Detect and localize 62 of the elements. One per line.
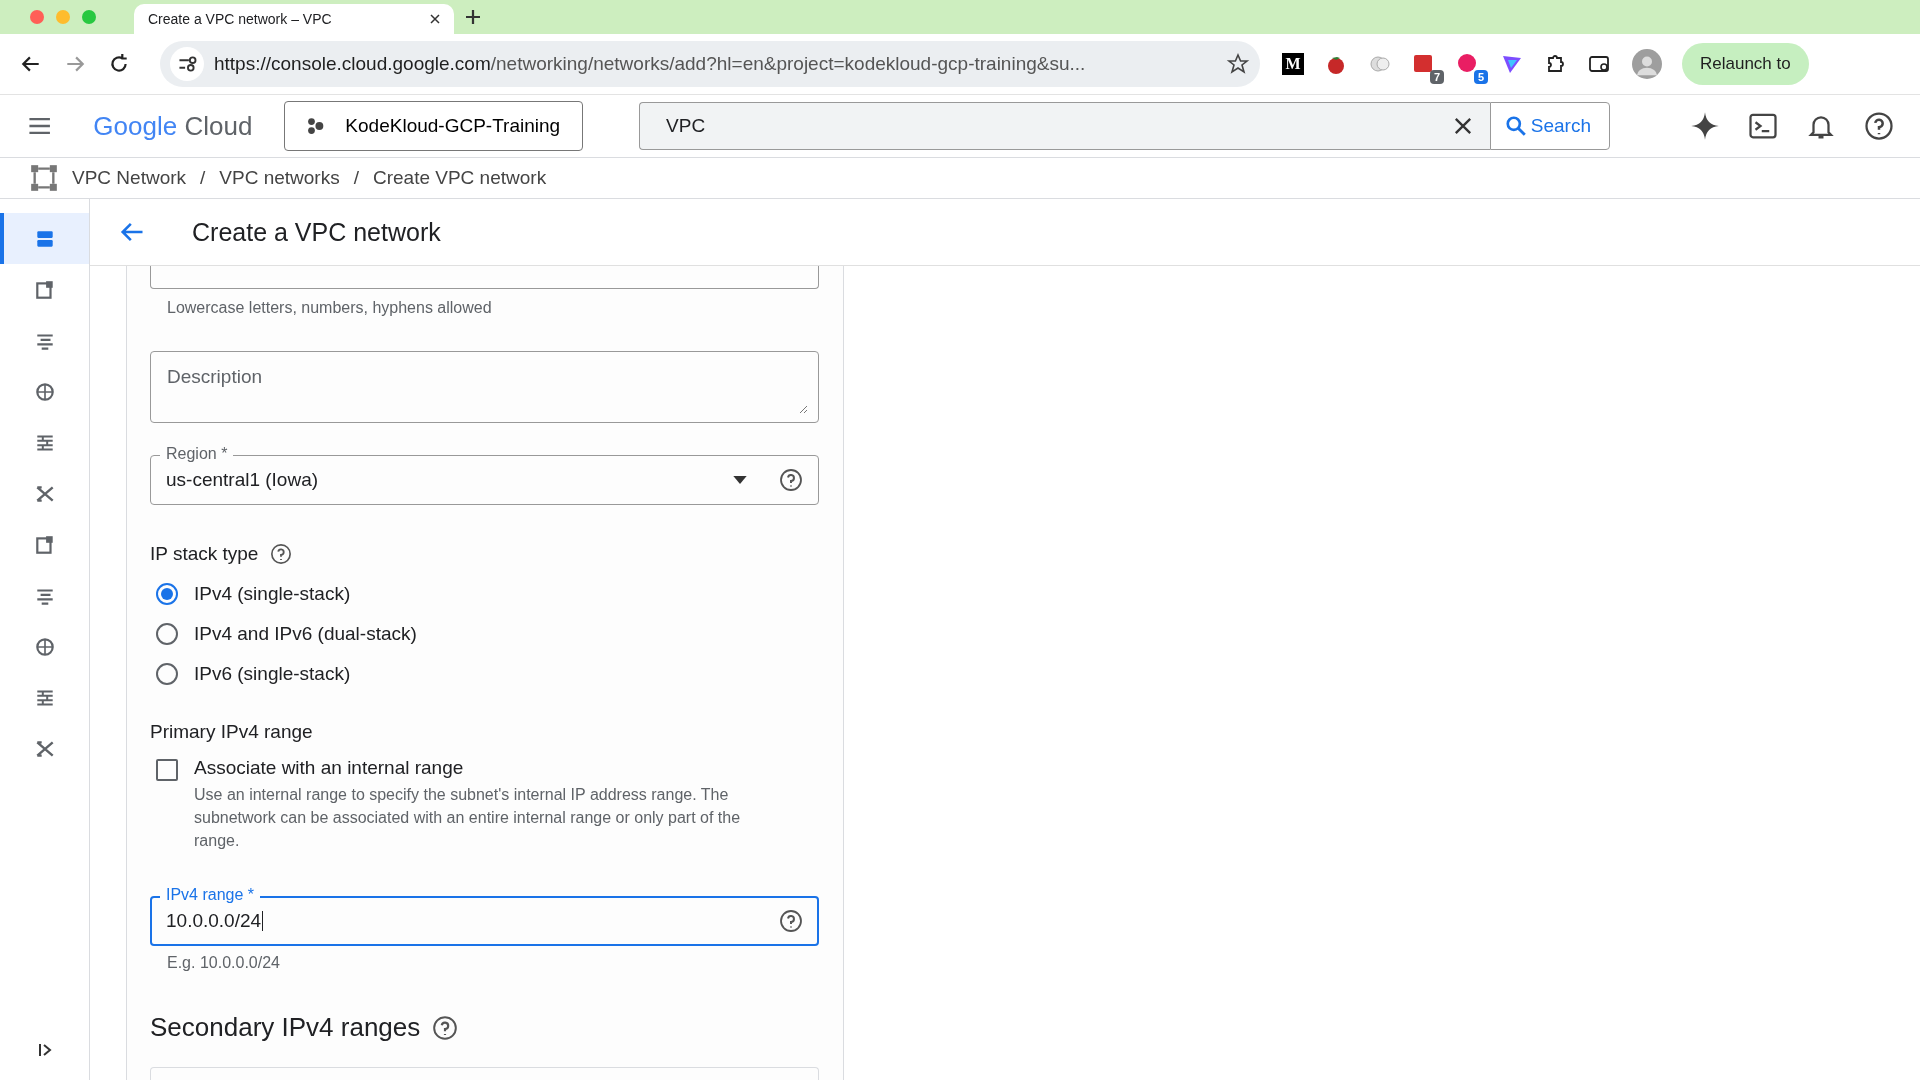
extension-icon[interactable]: M — [1282, 53, 1304, 75]
close-icon[interactable] — [430, 14, 440, 24]
search-button[interactable]: Search — [1489, 102, 1610, 150]
relaunch-button[interactable]: Relaunch to — [1682, 43, 1809, 85]
new-tab-icon[interactable] — [466, 10, 480, 24]
globe-icon — [33, 635, 56, 658]
reload-icon[interactable] — [108, 53, 130, 75]
page-title: Create a VPC network — [192, 217, 441, 247]
network-icon — [30, 164, 58, 192]
google-cloud-logo[interactable]: Google Cloud — [93, 110, 253, 142]
section-title: Secondary IPv4 ranges — [150, 1012, 421, 1043]
count-badge: 5 — [1473, 70, 1488, 84]
field-hint: Lowercase letters, numbers, hyphens allowed — [166, 299, 493, 317]
help-icon[interactable] — [432, 1014, 459, 1041]
search-icon — [1504, 115, 1527, 137]
ipv4-range-field[interactable]: IPv4 range * 10.0.0.0/24 — [150, 886, 819, 946]
site-settings-icon[interactable] — [170, 47, 204, 81]
radio-button[interactable] — [156, 583, 178, 605]
checkbox[interactable] — [156, 759, 178, 781]
help-text: Use an internal range to specify the subnet's internal IP address range. The subnetwork can be associated with an entire internal range or only part of the range. — [194, 785, 742, 851]
radio-option[interactable]: IPv6 (single-stack) — [156, 663, 819, 685]
window-icon — [33, 533, 56, 556]
name-field[interactable] — [150, 266, 819, 289]
url-text: https://console.cloud.google.com/networking/networks/add?hl=en&project=kodekloud-gcp-training&su... — [214, 53, 1087, 75]
address-bar[interactable]: https://console.cloud.google.com/networking/networks/add?hl=en&project=kodekloud-gcp-training&su... — [160, 41, 1260, 87]
globe-icon — [33, 380, 56, 403]
count-badge: 7 — [1429, 70, 1444, 84]
caret-icon — [733, 476, 747, 484]
resize-handle-icon[interactable] — [798, 404, 808, 414]
clear-icon[interactable] — [1453, 117, 1472, 135]
breadcrumb-link[interactable]: VPC networks — [219, 167, 340, 189]
project-icon — [307, 117, 326, 135]
help-icon[interactable] — [779, 468, 803, 492]
search-field[interactable]: VPC — [639, 102, 1490, 150]
help-icon[interactable] — [779, 909, 803, 933]
section-title: Primary IPv4 range — [150, 721, 314, 743]
minimize-window-dot[interactable] — [56, 10, 70, 24]
radio-button[interactable] — [156, 663, 178, 685]
project-picker[interactable]: KodeKloud-GCP-Training — [284, 101, 584, 151]
radio-option[interactable]: IPv4 (single-stack) — [156, 583, 819, 605]
bookmark-star-icon[interactable] — [1226, 52, 1250, 76]
breadcrumb-separator: / — [200, 167, 206, 189]
description-field[interactable]: Description — [150, 351, 819, 423]
radio-option[interactable]: IPv4 and IPv6 (dual-stack) — [156, 623, 819, 645]
breadcrumb-link[interactable]: VPC Network — [72, 167, 187, 189]
close-window-dot[interactable] — [30, 10, 44, 24]
sidebar-item[interactable] — [0, 213, 89, 264]
browser-tab[interactable]: Create a VPC network – VPC — [134, 4, 454, 34]
section-title: IP stack type — [150, 543, 259, 565]
checkbox-label[interactable]: Associate with an internal range — [194, 757, 784, 779]
profile-avatar[interactable] — [1632, 49, 1662, 79]
terminal-icon[interactable] — [1748, 111, 1778, 141]
field-hint: E.g. 10.0.0.0/24 — [166, 954, 281, 972]
region-select[interactable]: Region * us-central1 (Iowa) — [150, 445, 819, 505]
breadcrumb-link[interactable]: Create VPC network — [372, 167, 547, 189]
zoom-window-dot[interactable] — [82, 10, 96, 24]
window-icon — [33, 278, 56, 301]
radio-button[interactable] — [156, 623, 178, 645]
help-icon[interactable] — [1864, 111, 1894, 141]
tab-title: Create a VPC network – VPC — [148, 11, 333, 27]
help-icon[interactable] — [270, 543, 293, 565]
breadcrumb-separator: / — [353, 167, 359, 189]
